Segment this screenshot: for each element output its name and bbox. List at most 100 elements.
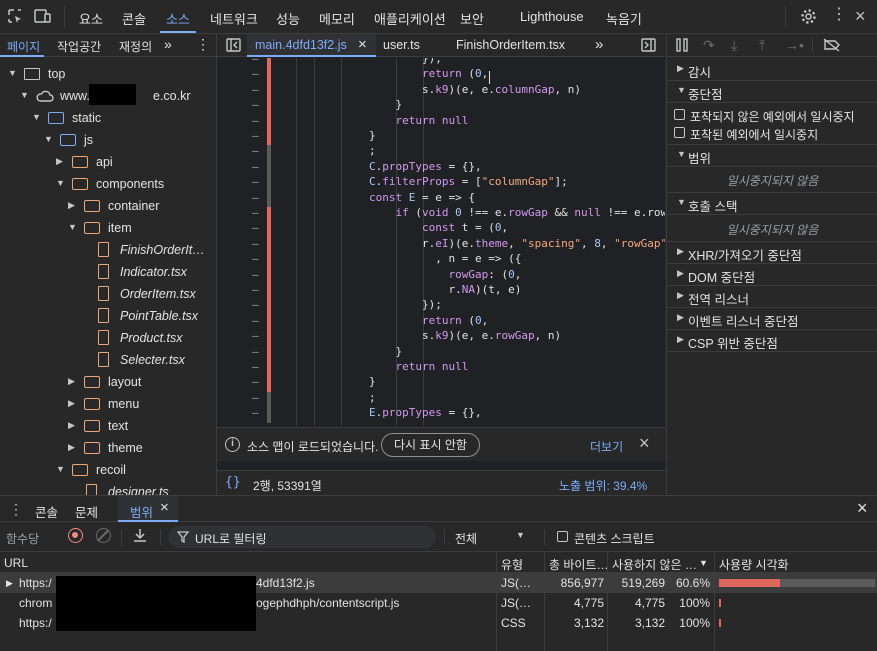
tree-item-static[interactable]: ▼ static xyxy=(0,107,216,129)
editor-tab-main[interactable]: main.4dfd13f2.js × xyxy=(247,34,376,57)
chevron-right-icon[interactable]: ▶ xyxy=(68,376,75,387)
more-editor-tabs-chevron-icon[interactable]: » xyxy=(595,36,603,53)
tree-item-menu[interactable]: ▶ menu xyxy=(0,393,216,415)
tree-item-theme[interactable]: ▶ theme xyxy=(0,437,216,459)
toggle-debugger-icon[interactable] xyxy=(641,38,656,55)
tree-item-api[interactable]: ▶ api xyxy=(0,151,216,173)
drawer-tab-console[interactable]: 콘솔 xyxy=(35,502,58,521)
tree-item-components[interactable]: ▼ components xyxy=(0,173,216,195)
tree-item-item[interactable]: ▼ item xyxy=(0,217,216,239)
tab-workspace[interactable]: 작업공간 xyxy=(57,38,101,55)
export-download-icon[interactable] xyxy=(133,528,147,546)
tab-elements[interactable]: 요소 xyxy=(79,9,103,28)
tab-recorder[interactable]: 녹음기 xyxy=(606,9,642,28)
section-dom-breakpoints[interactable]: ▶ DOM 중단점 xyxy=(667,263,877,285)
section-xhr-breakpoints[interactable]: ▶ XHR/가져오기 중단점 xyxy=(667,241,877,263)
col-type[interactable]: 유형 xyxy=(501,556,523,573)
close-devtools-icon[interactable]: × xyxy=(855,7,866,25)
url-filter-input[interactable]: URL로 필터링 xyxy=(168,526,436,548)
drawer-menu-icon[interactable]: ⋮ xyxy=(9,501,23,518)
tree-item-container[interactable]: ▶ container xyxy=(0,195,216,217)
type-select[interactable]: 전체 xyxy=(455,530,477,547)
tree-item-top[interactable]: ▼ top xyxy=(0,63,216,85)
col-unused-bytes[interactable]: 사용하지 않은 … xyxy=(612,556,697,573)
chevron-down-icon[interactable]: ▼ xyxy=(8,68,17,78)
editor-tab-finishorderitem[interactable]: FinishOrderItem.tsx xyxy=(456,38,565,52)
pause-uncaught-checkbox[interactable] xyxy=(674,109,685,120)
tab-security[interactable]: 보안 xyxy=(460,9,484,28)
tab-performance[interactable]: 성능 xyxy=(276,9,300,28)
tree-item-orderitem-tsx[interactable]: OrderItem.tsx xyxy=(0,283,216,305)
tree-item-product-tsx[interactable]: Product.tsx xyxy=(0,327,216,349)
editor-tab-user[interactable]: user.ts xyxy=(383,38,420,52)
step-into-icon[interactable]: ⤓ xyxy=(731,37,737,54)
tree-item-designer-ts[interactable]: designer.ts xyxy=(0,481,216,495)
dropdown-arrow-icon[interactable]: ▼ xyxy=(516,530,525,540)
section-global-listeners[interactable]: ▶ 전역 리스너 xyxy=(667,285,877,307)
tree-item-recoil[interactable]: ▼ recoil xyxy=(0,459,216,481)
chevron-down-icon[interactable]: ▼ xyxy=(56,178,65,188)
mode-select[interactable]: 함수당 xyxy=(6,530,39,547)
tab-console[interactable]: 콘솔 xyxy=(122,9,146,28)
deactivate-breakpoints-icon[interactable] xyxy=(823,38,841,55)
tab-memory[interactable]: 메모리 xyxy=(319,9,355,28)
navigator-menu-icon[interactable]: ⋮ xyxy=(196,36,210,53)
step-icon[interactable]: →• xyxy=(785,37,804,53)
chevron-right-icon[interactable]: ▶ xyxy=(56,156,63,167)
chevron-right-icon[interactable]: ▶ xyxy=(68,442,75,453)
tab-lighthouse[interactable]: Lighthouse xyxy=(520,9,584,24)
close-drawer-icon[interactable]: × xyxy=(857,498,868,519)
record-icon[interactable] xyxy=(68,528,83,543)
pause-uncaught-checkbox-row[interactable]: 포착되지 않은 예외에서 일시중지 xyxy=(667,106,877,124)
section-event-listener-breakpoints[interactable]: ▶ 이벤트 리스너 중단점 xyxy=(667,307,877,329)
code-view[interactable]: – }); – return (0, – s.k9)(e, e.columnGap,… xyxy=(217,58,665,426)
tree-item-pointtable-tsx[interactable]: PointTable.tsx xyxy=(0,305,216,327)
chevron-down-icon[interactable]: ▼ xyxy=(20,90,29,100)
step-over-icon[interactable]: ↷ xyxy=(703,37,715,54)
tree-item-indicator-tsx[interactable]: Indicator.tsx xyxy=(0,261,216,283)
more-options-icon[interactable]: ⋮ xyxy=(831,7,847,23)
drawer-tab-issues[interactable]: 문제 xyxy=(75,502,98,521)
chevron-right-icon[interactable]: ▶ xyxy=(68,398,75,409)
tree-item-text[interactable]: ▶ text xyxy=(0,415,216,437)
section-watch[interactable]: ▶ 감시 xyxy=(667,58,877,80)
col-url[interactable]: URL xyxy=(4,556,28,570)
col-usage-visualization[interactable]: 사용량 시각화 xyxy=(719,556,789,573)
close-tab-icon[interactable]: × xyxy=(358,36,367,53)
device-toolbar-icon[interactable] xyxy=(34,8,52,27)
settings-gear-icon[interactable] xyxy=(800,8,817,28)
pretty-print-icon[interactable]: {} xyxy=(225,475,241,490)
section-csp-breakpoints[interactable]: ▶ CSP 위반 중단점 xyxy=(667,329,877,351)
tab-page[interactable]: 페이지 xyxy=(7,38,40,55)
dont-show-again-button[interactable]: 다시 표시 안함 xyxy=(381,433,480,457)
tree-item-selecter-tsx[interactable]: Selecter.tsx xyxy=(0,349,216,371)
section-breakpoints[interactable]: ▼ 중단점 xyxy=(667,80,877,102)
tree-item-finishorderit[interactable]: FinishOrderIt… xyxy=(0,239,216,261)
chevron-down-icon[interactable]: ▼ xyxy=(44,134,53,144)
tab-application[interactable]: 애플리케이션 xyxy=(374,9,446,28)
drawer-tab-coverage[interactable]: 범위 × xyxy=(118,496,178,522)
close-notice-icon[interactable]: × xyxy=(639,433,650,454)
tree-item-layout[interactable]: ▶ layout xyxy=(0,371,216,393)
step-out-icon[interactable]: ⤒ xyxy=(759,37,765,54)
inspect-element-icon[interactable] xyxy=(7,8,23,27)
chevron-down-icon[interactable]: ▼ xyxy=(56,464,65,474)
pause-caught-checkbox[interactable] xyxy=(674,127,685,138)
tab-sources[interactable]: 소스 xyxy=(166,9,190,28)
pause-icon[interactable] xyxy=(676,38,688,55)
coverage-percent[interactable]: 노출 범위: 39.4% xyxy=(559,477,647,494)
expand-row-icon[interactable]: ▶ xyxy=(6,578,13,589)
section-call-stack[interactable]: ▼ 호출 스택 xyxy=(667,192,877,214)
toggle-navigator-icon[interactable] xyxy=(226,38,241,55)
content-scripts-checkbox[interactable] xyxy=(557,531,568,542)
tab-network[interactable]: 네트워크 xyxy=(210,9,258,28)
pause-caught-checkbox-row[interactable]: 포착된 예외에서 일시중지 xyxy=(667,124,877,142)
chevron-down-icon[interactable]: ▼ xyxy=(32,112,41,122)
chevron-right-icon[interactable]: ▶ xyxy=(68,420,75,431)
tree-item-js[interactable]: ▼ js xyxy=(0,129,216,151)
more-tabs-chevron-icon[interactable]: » xyxy=(164,36,172,52)
clear-icon[interactable] xyxy=(96,528,111,543)
tab-overrides[interactable]: 재정의 xyxy=(119,38,152,55)
close-coverage-tab-icon[interactable]: × xyxy=(160,499,169,516)
section-scope[interactable]: ▼ 범위 xyxy=(667,144,877,166)
